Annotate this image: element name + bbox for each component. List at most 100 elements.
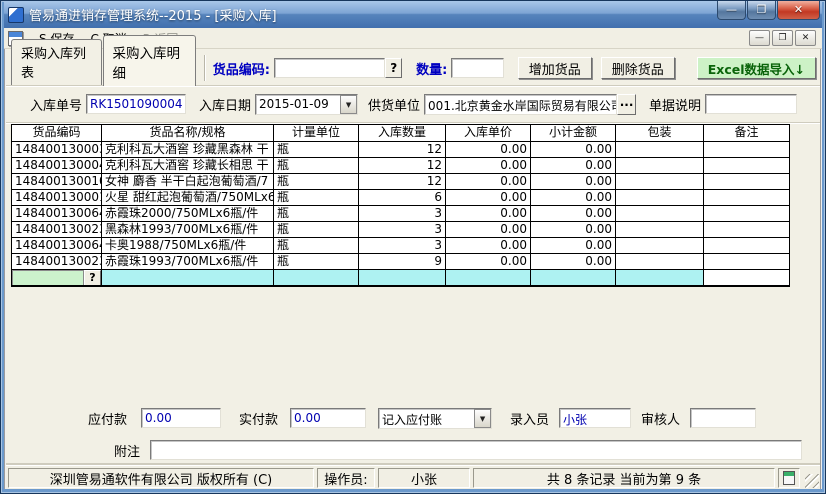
cell-subtotal[interactable]: 0.00: [531, 254, 616, 270]
excel-import-button[interactable]: Excel数据导入↓: [697, 57, 816, 79]
cell-price[interactable]: 0.00: [446, 254, 531, 270]
cell-remark[interactable]: [704, 238, 789, 254]
cell-name[interactable]: 卡奥1988/750MLx6瓶/件: [102, 238, 274, 254]
supplier-input[interactable]: 001.北京黄金水岸国际贸易有限公司: [424, 94, 617, 115]
cell-package[interactable]: [616, 254, 704, 270]
minimize-button-icon[interactable]: —: [717, 1, 746, 20]
cell-price[interactable]: 0.00: [446, 222, 531, 238]
cell-qty[interactable]: 3: [359, 206, 446, 222]
mdi-close-icon[interactable]: ✕: [795, 30, 816, 46]
cell-package[interactable]: [616, 142, 704, 158]
account-combobox[interactable]: 记入应付账 ▼: [378, 408, 492, 429]
cell-unit[interactable]: 瓶: [274, 174, 359, 190]
cell-unit[interactable]: 瓶: [274, 142, 359, 158]
tab-inbound-list[interactable]: 采购入库列表: [11, 39, 102, 85]
cell-package[interactable]: [616, 190, 704, 206]
cell-subtotal[interactable]: 0.00: [531, 222, 616, 238]
cell-price[interactable]: 0.00: [446, 158, 531, 174]
chevron-down-icon[interactable]: ▼: [340, 95, 357, 114]
cell-code[interactable]: 14840013006452: [12, 238, 102, 254]
resize-grip[interactable]: [805, 474, 819, 488]
mdi-window-buttons: — ❐ ✕: [747, 30, 822, 46]
cell-subtotal[interactable]: 0.00: [531, 158, 616, 174]
cell-price[interactable]: 0.00: [446, 190, 531, 206]
paid-input[interactable]: 0.00: [290, 408, 366, 428]
cell-price[interactable]: 0.00: [446, 174, 531, 190]
tab-inbound-detail[interactable]: 采购入库明细: [103, 35, 196, 86]
cell-code[interactable]: 14840013002317: [12, 254, 102, 270]
cell-qty[interactable]: 12: [359, 174, 446, 190]
cell-name[interactable]: 克利科瓦大酒窖 珍藏长相思 干: [102, 158, 274, 174]
cell-unit[interactable]: 瓶: [274, 238, 359, 254]
calculator-icon[interactable]: [783, 471, 795, 485]
entry-help-button[interactable]: ?: [84, 270, 101, 286]
cell-remark[interactable]: [704, 142, 789, 158]
cell-package[interactable]: [616, 158, 704, 174]
cell-qty[interactable]: 12: [359, 158, 446, 174]
cell-package[interactable]: [616, 174, 704, 190]
cell-code[interactable]: 14840013001075: [12, 174, 102, 190]
cell-name[interactable]: 黑森林1993/700MLx6瓶/件: [102, 222, 274, 238]
cell-qty[interactable]: 6: [359, 190, 446, 206]
cell-code[interactable]: 14840013000337: [12, 142, 102, 158]
chevron-down-icon[interactable]: ▼: [474, 409, 491, 428]
memo-input[interactable]: [705, 94, 797, 114]
cell-name[interactable]: 赤霞珠2000/750MLx6瓶/件: [102, 206, 274, 222]
cell-unit[interactable]: 瓶: [274, 206, 359, 222]
mdi-restore-icon[interactable]: ❐: [772, 30, 793, 46]
cell-unit[interactable]: 瓶: [274, 190, 359, 206]
cell-unit[interactable]: 瓶: [274, 158, 359, 174]
date-combobox[interactable]: 2015-01-09 ▼: [255, 94, 358, 115]
cell-package[interactable]: [616, 222, 704, 238]
cell-remark[interactable]: [704, 254, 789, 270]
status-bar: 深圳管易通软件有限公司 版权所有 (C) 操作员: 小张 共 8 条记录 当前为…: [6, 465, 820, 489]
quantity-input[interactable]: [451, 58, 503, 78]
cell-remark[interactable]: [704, 190, 789, 206]
cell-qty[interactable]: 3: [359, 238, 446, 254]
cell-package[interactable]: [616, 206, 704, 222]
cell-price[interactable]: 0.00: [446, 238, 531, 254]
cell-remark[interactable]: [704, 222, 789, 238]
item-code-input[interactable]: [274, 58, 385, 78]
auditor-input[interactable]: [690, 408, 756, 428]
entry-code-input[interactable]: [12, 270, 84, 286]
cell-name[interactable]: 女神 麝香 半干白起泡葡萄酒/7: [102, 174, 274, 190]
cell-name[interactable]: 火星 甜红起泡葡萄酒/750MLx6瓶: [102, 190, 274, 206]
supplier-value: 001.北京黄金水岸国际贸易有限公司: [425, 95, 616, 114]
cell-price[interactable]: 0.00: [446, 142, 531, 158]
cell-code[interactable]: 14840013000146: [12, 190, 102, 206]
item-code-help-button[interactable]: ?: [385, 58, 402, 78]
cell-qty[interactable]: 12: [359, 142, 446, 158]
order-no-input[interactable]: RK1501090004: [86, 94, 186, 114]
cell-subtotal[interactable]: 0.00: [531, 142, 616, 158]
cell-qty[interactable]: 3: [359, 222, 446, 238]
cell-price[interactable]: 0.00: [446, 206, 531, 222]
cell-subtotal[interactable]: 0.00: [531, 174, 616, 190]
cell-code[interactable]: 14840013002362: [12, 222, 102, 238]
mdi-minimize-icon[interactable]: —: [749, 30, 770, 46]
payable-input[interactable]: 0.00: [141, 408, 221, 428]
cell-name[interactable]: 克利科瓦大酒窖 珍藏黑森林 干: [102, 142, 274, 158]
cell-remark[interactable]: [704, 174, 789, 190]
cell-subtotal[interactable]: 0.00: [531, 238, 616, 254]
close-button-icon[interactable]: ✕: [777, 1, 820, 20]
cell-remark[interactable]: [704, 158, 789, 174]
supplier-browse-button[interactable]: ...: [617, 94, 636, 115]
cell-subtotal[interactable]: 0.00: [531, 190, 616, 206]
col-header-unit: 计量单位: [274, 125, 359, 142]
cell-code[interactable]: 14840013000436: [12, 158, 102, 174]
cell-qty[interactable]: 9: [359, 254, 446, 270]
cell-name[interactable]: 赤霞珠1993/700MLx6瓶/件: [102, 254, 274, 270]
remark-input[interactable]: [150, 440, 802, 460]
cell-package[interactable]: [616, 238, 704, 254]
cell-subtotal[interactable]: 0.00: [531, 206, 616, 222]
items-table: 货品编码 货品名称/规格 计量单位 入库数量 入库单价 小计金额 包装 备注 1…: [11, 124, 790, 287]
cell-code[interactable]: 14840013006445: [12, 206, 102, 222]
cell-remark[interactable]: [704, 206, 789, 222]
maximize-button-icon[interactable]: ❐: [747, 1, 776, 20]
cell-unit[interactable]: 瓶: [274, 254, 359, 270]
delete-item-button[interactable]: 删除货品: [601, 57, 675, 79]
entry-by-input[interactable]: 小张: [559, 408, 631, 428]
cell-unit[interactable]: 瓶: [274, 222, 359, 238]
add-item-button[interactable]: 增加货品: [518, 57, 592, 79]
